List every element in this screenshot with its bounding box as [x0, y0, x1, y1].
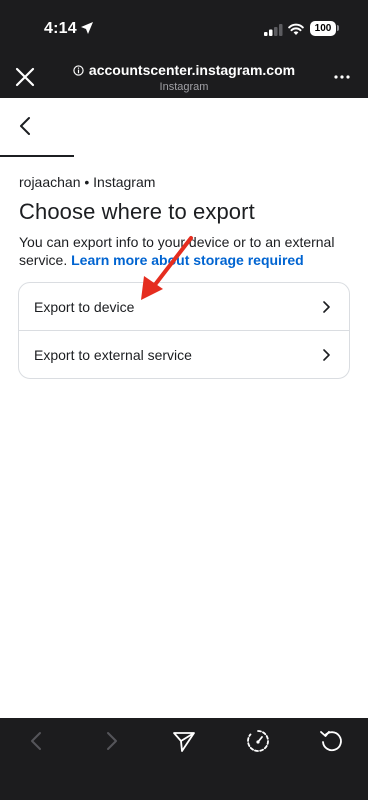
more-options-icon[interactable]: [334, 75, 350, 79]
export-to-device-option[interactable]: Export to device: [19, 283, 349, 331]
annotation-arrow: [141, 236, 193, 300]
close-icon[interactable]: [14, 66, 36, 88]
refresh-icon[interactable]: [318, 728, 344, 754]
back-chevron-icon[interactable]: [12, 112, 40, 140]
chevron-right-icon: [323, 349, 330, 361]
export-to-device-label: Export to device: [34, 299, 135, 315]
battery-tip: [337, 25, 339, 31]
description: You can export info to your device or to…: [19, 233, 354, 269]
url-display[interactable]: accountscenter.instagram.com Instagram: [70, 62, 298, 93]
share-send-icon[interactable]: [171, 728, 197, 754]
export-to-external-service-option[interactable]: Export to external service: [19, 331, 349, 378]
browser-header: accountscenter.instagram.com Instagram: [0, 56, 368, 98]
status-bar: 4:14 100: [0, 0, 368, 56]
site-name: Instagram: [159, 81, 209, 93]
battery-icon: 100: [310, 21, 336, 36]
export-options-card: Export to device Export to external serv…: [18, 282, 350, 379]
url-line: accountscenter.instagram.com: [70, 62, 298, 78]
status-time: 4:14: [44, 20, 77, 37]
forward-arrow-icon: [107, 732, 117, 750]
url-text: accountscenter.instagram.com: [88, 62, 296, 78]
chevron-right-icon: [323, 301, 330, 313]
browser-toolbar: [0, 718, 368, 800]
account-line: rojaachan • Instagram: [19, 174, 156, 190]
back-arrow-icon: [31, 732, 41, 750]
speed-gauge-icon[interactable]: [245, 728, 271, 754]
wifi-icon: [288, 23, 304, 35]
header-divider: [0, 155, 74, 157]
location-arrow-icon: [81, 22, 93, 34]
export-to-external-service-label: Export to external service: [34, 347, 192, 363]
page-title: Choose where to export: [19, 199, 255, 224]
learn-more-link[interactable]: Learn more about storage required: [71, 252, 304, 268]
info-icon: [73, 64, 84, 76]
cellular-signal-icon: [264, 24, 283, 36]
